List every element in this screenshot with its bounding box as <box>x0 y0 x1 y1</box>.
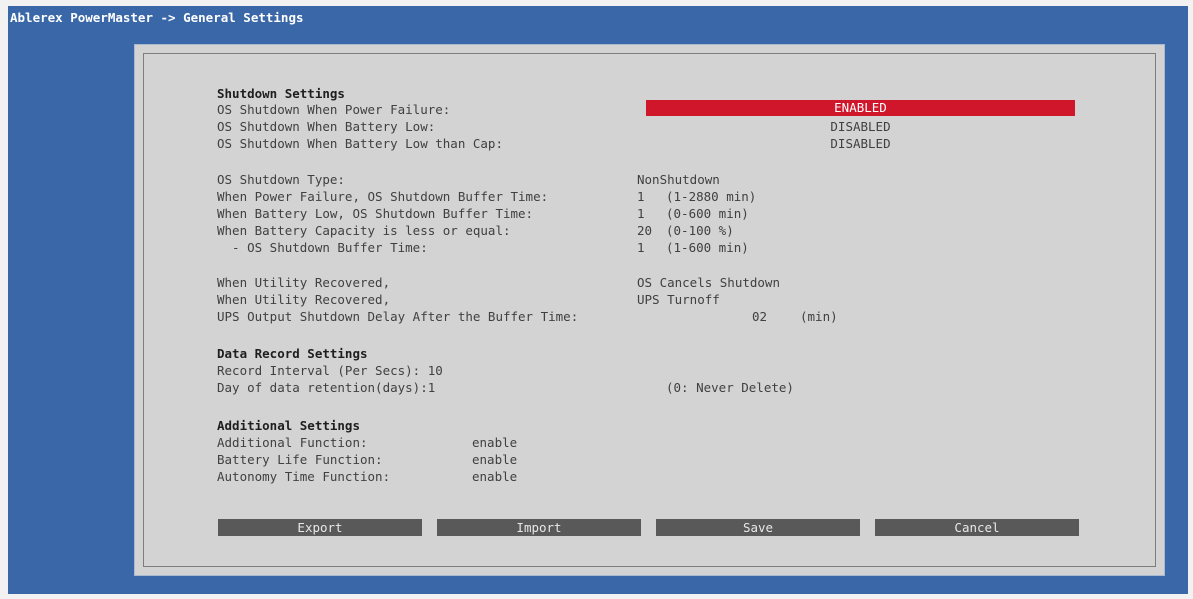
power-failure-option[interactable]: ENABLED <box>646 100 1075 116</box>
battery-low-cap-label: OS Shutdown When Battery Low than Cap: <box>217 136 503 151</box>
power-failure-value: ENABLED <box>834 100 887 115</box>
additional-function-label: Additional Function: <box>217 435 368 450</box>
shutdown-delay-unit: (min) <box>800 309 838 324</box>
shutdown-delay-input[interactable]: 02 <box>752 309 767 325</box>
cap-buffer-label: - OS Shutdown Buffer Time: <box>217 240 428 255</box>
autonomy-time-label: Autonomy Time Function: <box>217 469 391 484</box>
additional-function-value[interactable]: enable <box>472 435 517 451</box>
battery-life-label: Battery Life Function: <box>217 452 383 467</box>
pf-buffer-label: When Power Failure, OS Shutdown Buffer T… <box>217 189 549 204</box>
shutdown-type-label: OS Shutdown Type: <box>217 172 345 187</box>
bl-buffer-input[interactable]: 1 <box>637 206 645 222</box>
battery-low-label: OS Shutdown When Battery Low: <box>217 119 436 134</box>
window-title: Ablerex PowerMaster -> General Settings <box>10 10 304 25</box>
utility-recovered-option-2[interactable]: UPS Turnoff <box>637 292 720 308</box>
shutdown-delay-label: UPS Output Shutdown Delay After the Buff… <box>217 309 579 324</box>
terminal-screen: Ablerex PowerMaster -> General Settings … <box>8 6 1188 594</box>
settings-dialog: Shutdown Settings OS Shutdown When Power… <box>135 45 1164 575</box>
data-retention-note: (0: Never Delete) <box>666 380 794 395</box>
cap-buffer-input[interactable]: 1 <box>637 240 645 256</box>
pf-buffer-range: (1-2880 min) <box>666 189 757 204</box>
utility-recovered-label-1: When Utility Recovered, <box>217 275 391 290</box>
shutdown-settings-heading: Shutdown Settings <box>217 86 345 101</box>
pf-buffer-input[interactable]: 1 <box>637 189 645 205</box>
bl-buffer-range: (0-600 min) <box>666 206 749 221</box>
battery-low-option[interactable]: DISABLED <box>646 119 1075 135</box>
capacity-range: (0-100 %) <box>666 223 734 238</box>
shutdown-type-value[interactable]: NonShutdown <box>637 172 720 188</box>
additional-settings-heading: Additional Settings <box>217 418 360 433</box>
power-failure-label: OS Shutdown When Power Failure: <box>217 102 451 117</box>
cancel-button[interactable]: Cancel <box>875 519 1079 536</box>
import-button[interactable]: Import <box>437 519 641 536</box>
battery-low-cap-option[interactable]: DISABLED <box>646 136 1075 152</box>
save-button[interactable]: Save <box>656 519 860 536</box>
utility-recovered-option-1[interactable]: OS Cancels Shutdown <box>637 275 780 291</box>
data-record-heading: Data Record Settings <box>217 346 368 361</box>
bl-buffer-label: When Battery Low, OS Shutdown Buffer Tim… <box>217 206 534 221</box>
record-interval-field[interactable]: Record Interval (Per Secs): 10 <box>217 363 443 379</box>
battery-life-value[interactable]: enable <box>472 452 517 468</box>
capacity-input[interactable]: 20 <box>637 223 652 239</box>
cap-buffer-range: (1-600 min) <box>666 240 749 255</box>
utility-recovered-label-2: When Utility Recovered, <box>217 292 391 307</box>
export-button[interactable]: Export <box>218 519 422 536</box>
data-retention-field[interactable]: Day of data retention(days):1 <box>217 380 435 396</box>
autonomy-time-value[interactable]: enable <box>472 469 517 485</box>
capacity-label: When Battery Capacity is less or equal: <box>217 223 511 238</box>
